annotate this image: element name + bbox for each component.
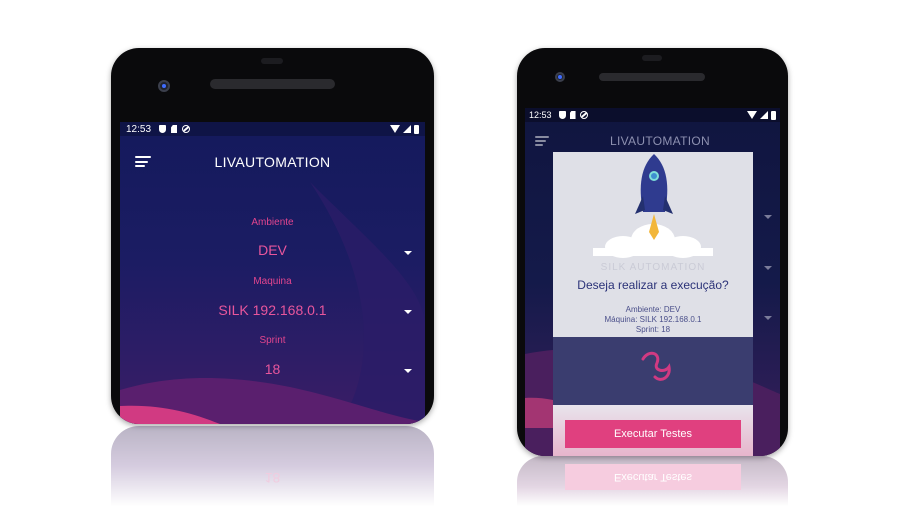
dnd-icon <box>579 111 588 119</box>
faded-brand-text: SILK AUTOMATION <box>600 262 706 273</box>
wifi-icon <box>390 125 400 133</box>
wifi-icon <box>747 111 757 119</box>
right-phone-reflection: Executar Testes <box>517 456 788 506</box>
battery-icon <box>771 110 776 120</box>
dnd-icon <box>182 125 191 133</box>
camera-icon <box>555 72 565 82</box>
status-bar: 12:53 <box>525 108 780 122</box>
dropdown-caret-icon[interactable] <box>764 215 772 219</box>
signal-icon <box>403 125 411 133</box>
status-bar: 12:53 <box>120 122 425 136</box>
earpiece-speaker <box>599 73 705 81</box>
execute-tests-button[interactable]: Executar Testes <box>565 420 741 448</box>
loading-logo-icon <box>641 351 671 381</box>
field-value-sprint[interactable]: 18 <box>120 361 425 377</box>
right-phone: 12:53 LIVAUTOMATION SILK AUTOMATION Dese… <box>517 48 788 456</box>
field-label-sprint: Sprint <box>259 335 286 346</box>
field-value-maquina[interactable]: SILK 192.168.0.1 <box>120 302 425 318</box>
sd-card-icon <box>569 111 576 119</box>
earpiece-speaker <box>210 79 335 89</box>
dropdown-caret-icon[interactable] <box>764 266 772 270</box>
dialog-question: Deseja realizar a execução? <box>577 278 729 292</box>
dropdown-caret-icon[interactable] <box>404 369 412 373</box>
camera-icon <box>158 80 170 92</box>
dialog-detail-maquina: Máquina: SILK 192.168.0.1 <box>604 315 702 324</box>
dialog-detail-sprint: Sprint: 18 <box>635 325 671 334</box>
left-phone-reflection: 18 <box>111 426 434 506</box>
dropdown-caret-icon[interactable] <box>404 251 412 255</box>
reflection-button: Executar Testes <box>565 464 741 490</box>
menu-icon[interactable] <box>535 136 549 146</box>
app-title: LIVAUTOMATION <box>610 134 710 148</box>
status-time: 12:53 <box>529 110 552 120</box>
app-screen: 12:53 LIVAUTOMATION Ambiente DEV Maquina… <box>120 122 425 424</box>
left-phone: 12:53 LIVAUTOMATION Ambiente DEV Maquina… <box>111 48 434 424</box>
signal-icon <box>760 111 768 119</box>
field-label-ambiente: Ambiente <box>251 217 294 228</box>
dialog-detail-ambiente: Ambiente: DEV <box>625 305 681 314</box>
dropdown-caret-icon[interactable] <box>764 316 772 320</box>
rocket-icon <box>593 154 713 258</box>
field-label-maquina: Maquina <box>253 276 292 287</box>
confirm-dialog: SILK AUTOMATION Deseja realizar a execuç… <box>553 152 753 456</box>
field-value-ambiente[interactable]: DEV <box>120 242 425 258</box>
reflection-value: 18 <box>264 470 281 486</box>
app-screen: 12:53 LIVAUTOMATION SILK AUTOMATION Dese… <box>525 108 780 456</box>
status-time: 12:53 <box>126 123 152 135</box>
dropdown-caret-icon[interactable] <box>404 310 412 314</box>
top-notch <box>642 55 662 61</box>
top-notch <box>261 58 283 64</box>
app-title: LIVAUTOMATION <box>214 154 331 170</box>
shield-icon <box>159 125 167 133</box>
loading-panel <box>553 337 753 405</box>
battery-icon <box>414 124 419 134</box>
sd-card-icon <box>171 125 178 133</box>
shield-icon <box>558 111 566 119</box>
